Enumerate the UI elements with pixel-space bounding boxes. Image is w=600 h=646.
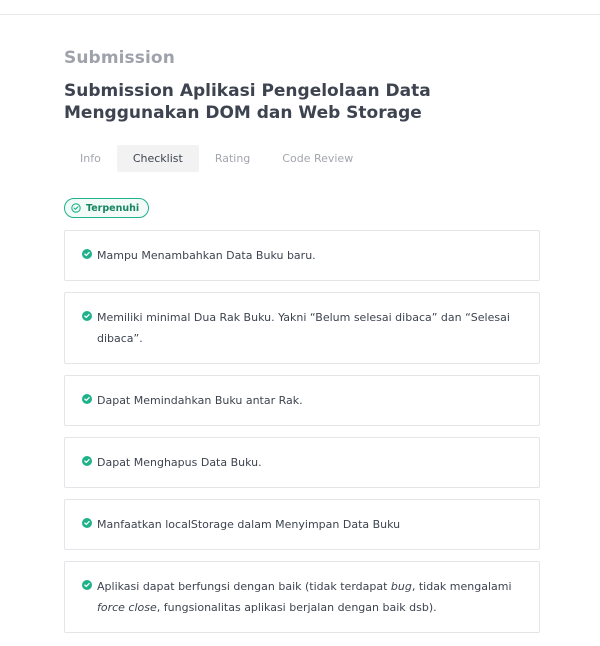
tab-bar: Info Checklist Rating Code Review xyxy=(64,145,369,172)
checklist-item-text: Dapat Menghapus Data Buku. xyxy=(97,456,262,469)
tab-code-review[interactable]: Code Review xyxy=(266,145,369,172)
check-circle-filled-icon xyxy=(82,580,92,590)
checklist-item-text: Dapat Memindahkan Buku antar Rak. xyxy=(97,394,303,407)
checklist-item: Dapat Menghapus Data Buku. xyxy=(64,437,540,488)
checklist-item: Manfaatkan localStorage dalam Menyimpan … xyxy=(64,499,540,550)
check-circle-filled-icon xyxy=(82,394,92,404)
status-badge-label: Terpenuhi xyxy=(86,202,140,214)
checklist-item-text: Mampu Menambahkan Data Buku baru. xyxy=(97,249,316,262)
check-circle-filled-icon xyxy=(82,249,92,259)
checklist-item-text: Aplikasi dapat berfungsi dengan baik (ti… xyxy=(97,580,512,614)
page-title: Submission Aplikasi Pengelolaan Data Men… xyxy=(64,81,431,123)
checklist-item: Dapat Memindahkan Buku antar Rak. xyxy=(64,375,540,426)
tab-checklist[interactable]: Checklist xyxy=(116,145,199,172)
tab-info[interactable]: Info xyxy=(64,145,117,172)
tab-rating[interactable]: Rating xyxy=(199,145,266,172)
top-navbar xyxy=(0,0,600,15)
checklist-item: Memiliki minimal Dua Rak Buku. Yakni “Be… xyxy=(64,292,540,364)
checklist-item-text-part: , fungsionalitas aplikasi berjalan denga… xyxy=(156,601,437,614)
check-circle-filled-icon xyxy=(82,518,92,528)
checklist-item: Aplikasi dapat berfungsi dengan baik (ti… xyxy=(64,561,540,633)
checklist: Mampu Menambahkan Data Buku baru. Memilik… xyxy=(64,230,540,644)
checklist-item-text: Manfaatkan localStorage dalam Menyimpan … xyxy=(97,518,401,531)
checklist-item-text: Memiliki minimal Dua Rak Buku. Yakni “Be… xyxy=(97,311,510,345)
check-circle-filled-icon xyxy=(82,456,92,466)
section-label: Submission xyxy=(64,48,175,68)
checklist-item-emphasis: bug xyxy=(390,580,412,593)
check-circle-filled-icon xyxy=(82,311,92,321)
check-circle-outline-icon xyxy=(71,203,81,213)
checklist-item-emphasis: force close xyxy=(97,601,157,614)
status-badge: Terpenuhi xyxy=(64,198,150,218)
checklist-item: Mampu Menambahkan Data Buku baru. xyxy=(64,230,540,281)
checklist-item-text-part: , tidak mengalami xyxy=(411,580,512,593)
checklist-item-text-part: Aplikasi dapat berfungsi dengan baik (ti… xyxy=(97,580,391,593)
